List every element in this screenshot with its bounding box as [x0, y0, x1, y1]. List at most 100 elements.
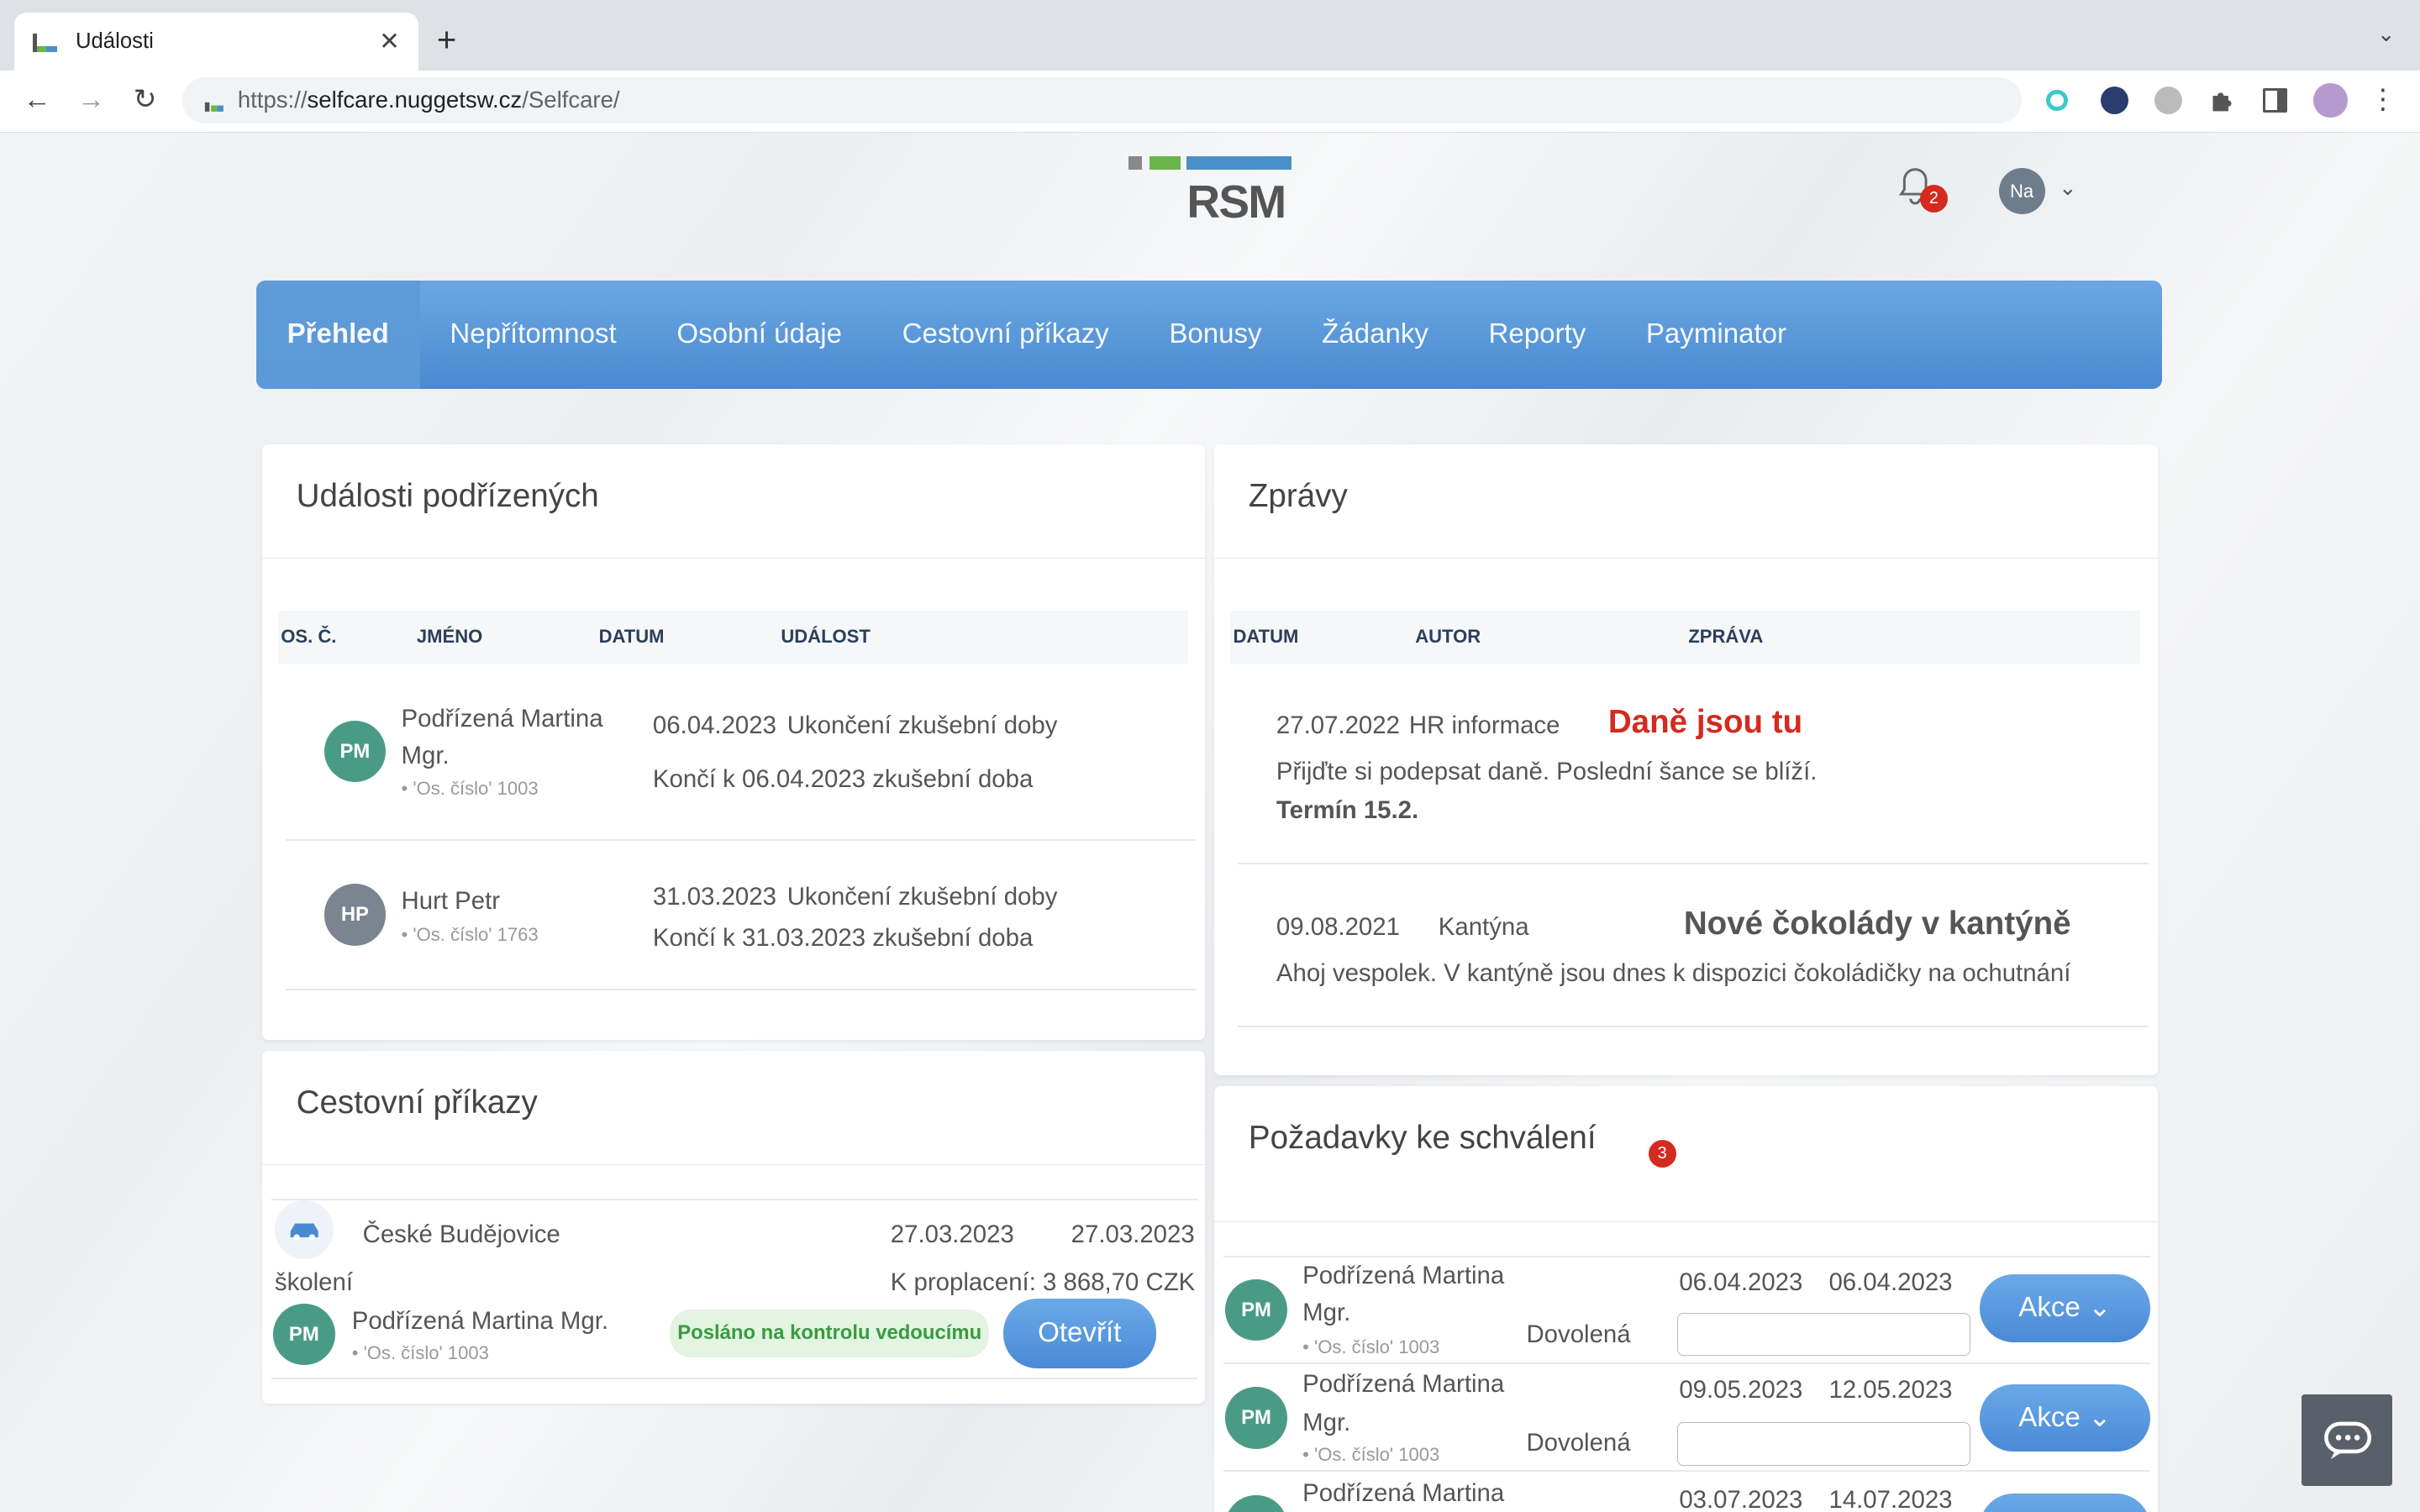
message-date: 27.07.2022	[1276, 711, 1400, 739]
col-zprava[interactable]: ZPRÁVA	[1688, 611, 1763, 663]
travel-date-from: 27.03.2023	[890, 1220, 1014, 1248]
travel-destination: České Budějovice	[362, 1220, 560, 1248]
approvals-count-badge: 3	[1648, 1140, 1676, 1168]
profile-avatar-icon[interactable]	[2313, 83, 2348, 118]
forward-button[interactable]: →	[74, 83, 108, 117]
address-bar[interactable]: https://selfcare.nuggetsw.cz/Selfcare/	[182, 76, 2023, 123]
user-avatar[interactable]: Na	[1998, 168, 2045, 215]
messages-table-header: DATUM AUTOR ZPRÁVA	[1229, 611, 2141, 664]
back-button[interactable]: ←	[20, 83, 54, 117]
approvals-card: Požadavky ke schválení 3 PM Podřízená Ma…	[1214, 1086, 2158, 1512]
row-divider	[285, 839, 1197, 841]
nav-item-payminator[interactable]: Payminator	[1616, 281, 1817, 389]
browser-tabbar: Události ✕ + ⌄	[0, 0, 2420, 71]
car-icon	[274, 1200, 334, 1259]
extension-icon[interactable]	[2154, 86, 2183, 114]
nav-item-cestovni-prikazy[interactable]: Cestovní příkazy	[872, 281, 1139, 389]
tab-close-icon[interactable]: ✕	[379, 27, 400, 56]
browser-menu-icon[interactable]: ⋮	[2366, 83, 2400, 117]
avatar: PM	[1225, 1387, 1287, 1449]
nav-item-zadanky[interactable]: Žádanky	[1292, 281, 1458, 389]
row-divider	[1238, 1026, 2149, 1028]
message-author: Kantýna	[1438, 913, 1529, 942]
notifications-bell-icon[interactable]: 2	[1898, 166, 1948, 213]
reload-button[interactable]: ↻	[128, 83, 161, 117]
message-headline: Daně jsou tu	[1607, 703, 1803, 740]
tab-search-chevron-icon[interactable]: ⌄	[2377, 22, 2396, 47]
request-date-to: 14.07.2023	[1828, 1485, 1953, 1512]
travel-purpose: školení	[274, 1268, 353, 1296]
rsm-logo[interactable]: RSM	[1128, 155, 1292, 228]
action-button[interactable]	[1980, 1493, 2150, 1512]
user-menu-chevron-icon[interactable]: ⌄	[2059, 176, 2077, 201]
col-datum[interactable]: DATUM	[1234, 611, 1299, 663]
travel-title: Cestovní příkazy	[262, 1051, 1206, 1165]
extensions-puzzle-icon[interactable]	[2208, 87, 2236, 114]
chat-widget-button[interactable]	[2301, 1394, 2392, 1486]
nav-item-nepritomnost[interactable]: Nepřítomnost	[420, 281, 647, 389]
avatar: PM	[1225, 1278, 1287, 1341]
event-detail: Končí k 31.03.2023 zkušební doba	[652, 924, 1034, 953]
action-button[interactable]: Akce ⌄	[1980, 1274, 2150, 1342]
request-date-to: 06.04.2023	[1828, 1268, 1953, 1296]
row-divider	[1223, 1470, 2150, 1473]
site-info-icon[interactable]	[203, 91, 224, 112]
row-divider	[1238, 862, 2149, 864]
nav-item-reporty[interactable]: Reporty	[1459, 281, 1616, 389]
events-card: Události podřízených OS. Č. JMÉNO DATUM …	[262, 444, 1206, 1040]
employee-number: • 'Os. číslo' 1763	[401, 924, 539, 946]
url-text: https://selfcare.nuggetsw.cz/Selfcare/	[237, 87, 620, 113]
new-tab-button[interactable]: +	[437, 20, 457, 60]
col-autor[interactable]: AUTOR	[1415, 611, 1481, 663]
event-date: 31.03.2023	[652, 882, 776, 911]
row-divider	[1223, 1362, 2150, 1364]
col-datum[interactable]: DATUM	[599, 611, 665, 663]
extension-icon[interactable]	[2100, 86, 2128, 114]
employee-number: • 'Os. číslo' 1003	[351, 1341, 489, 1363]
side-panel-icon[interactable]	[2262, 87, 2287, 113]
nav-item-osobni-udaje[interactable]: Osobní údaje	[647, 281, 872, 389]
request-date-from: 09.05.2023	[1679, 1376, 1803, 1404]
row-divider	[271, 1199, 1198, 1200]
status-badge: Posláno na kontrolu vedoucímu	[670, 1310, 990, 1358]
action-button[interactable]: Akce ⌄	[1980, 1383, 2150, 1452]
employee-number: • 'Os. číslo' 1003	[401, 777, 539, 799]
employee-number: • 'Os. číslo' 1003	[1302, 1444, 1440, 1466]
col-jmeno[interactable]: JMÉNO	[417, 611, 482, 663]
col-os-c[interactable]: OS. Č.	[281, 611, 336, 663]
employee-number: • 'Os. číslo' 1003	[1302, 1336, 1440, 1357]
browser-tab[interactable]: Události ✕	[13, 12, 418, 71]
employee-name-title: Mgr.	[1302, 1299, 1351, 1327]
event-date: 06.04.2023	[652, 711, 776, 739]
comment-input[interactable]	[1677, 1422, 1971, 1466]
nav-item-bonusy[interactable]: Bonusy	[1139, 281, 1292, 389]
message-date: 09.08.2021	[1276, 913, 1400, 942]
message-text: Ahoj vespolek. V kantýně jsou dnes k dis…	[1276, 959, 2071, 988]
employee-name: Podřízená Martina	[1302, 1369, 1505, 1398]
comment-input[interactable]	[1677, 1313, 1971, 1357]
browser-toolbar: ← → ↻ https://selfcare.nuggetsw.cz/Selfc…	[0, 71, 2420, 133]
tab-title: Události	[75, 29, 154, 54]
open-button[interactable]: Otevřít	[1002, 1299, 1156, 1369]
messages-title: Zprávy	[1214, 444, 2158, 559]
message-text-bold: Termín 15.2.	[1276, 795, 1419, 824]
chevron-down-icon: ⌄	[2087, 1401, 2112, 1433]
row-divider	[285, 989, 1197, 991]
employee-name: Hurt Petr	[401, 887, 501, 916]
employee-name: Podřízená Martina	[1302, 1262, 1505, 1290]
row-divider	[271, 1378, 1198, 1379]
message-author: HR informace	[1408, 711, 1560, 739]
nav-item-prehled[interactable]: Přehled	[255, 281, 420, 389]
event-name: Ukončení zkušební doby	[786, 882, 1058, 911]
col-udalost[interactable]: UDÁLOST	[781, 611, 870, 663]
avatar: HP	[324, 884, 387, 946]
request-date-to: 12.05.2023	[1828, 1376, 1953, 1404]
page-content: RSM 2 Na ⌄ Přehled Nepřítomnost Osobní ú…	[0, 132, 2420, 1512]
employee-name: Podřízená Martina	[1302, 1479, 1505, 1508]
event-name: Ukončení zkušební doby	[786, 711, 1058, 739]
extension-icon[interactable]	[2046, 89, 2069, 112]
chevron-down-icon: ⌄	[2087, 1292, 2112, 1324]
screen: Události ✕ + ⌄ ← → ↻ https://selfcare.nu…	[0, 0, 2420, 1512]
row-divider	[1223, 1256, 2150, 1257]
request-type: Dovolená	[1526, 1428, 1631, 1457]
